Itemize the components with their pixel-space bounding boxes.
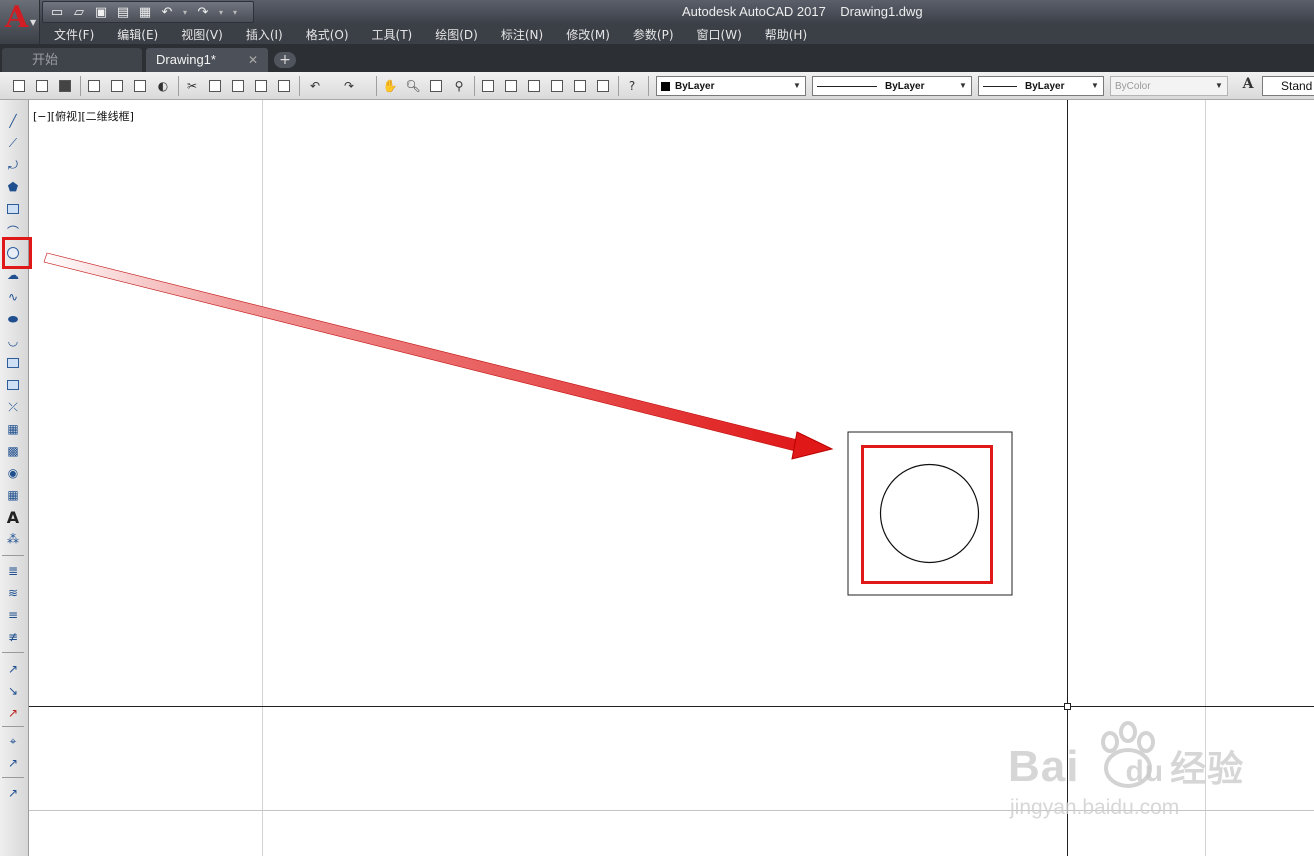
annotation-arrow: [43, 252, 803, 453]
annotation-arrowhead: [791, 431, 834, 460]
watermark-url: jingyan.baidu.com: [1010, 796, 1180, 819]
drawn-circle: [879, 463, 980, 564]
watermark-brand: Bai du 经验: [1008, 742, 1245, 791]
baidu-watermark: Bai du 经验 jingyan.baidu.com: [1008, 718, 1248, 828]
drawn-square: [847, 431, 1013, 596]
